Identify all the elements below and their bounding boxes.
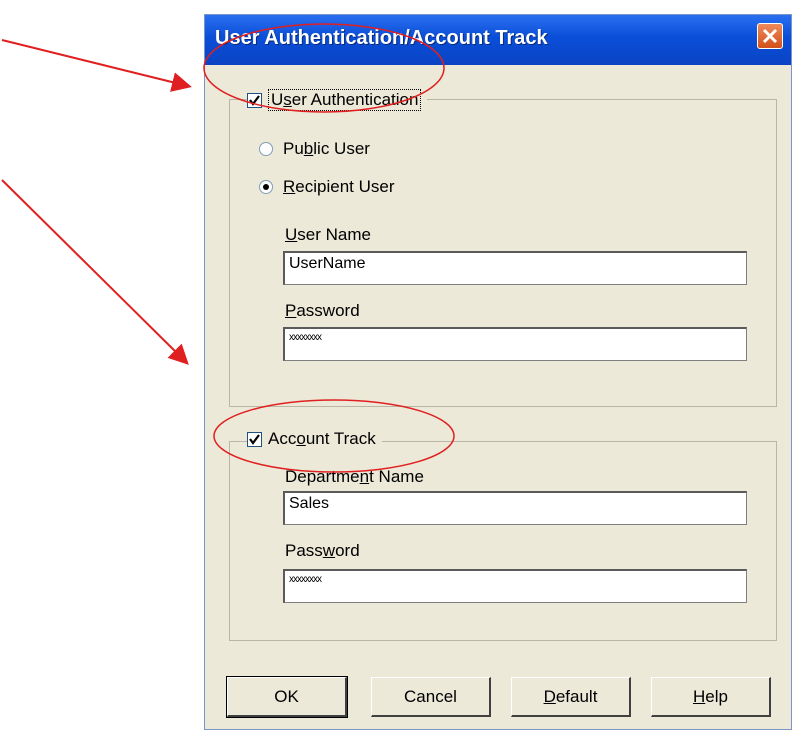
annotation-ellipse-account-track bbox=[213, 399, 455, 473]
annotation-ellipse-user-auth bbox=[203, 23, 445, 113]
annotation-ellipses bbox=[203, 23, 455, 473]
